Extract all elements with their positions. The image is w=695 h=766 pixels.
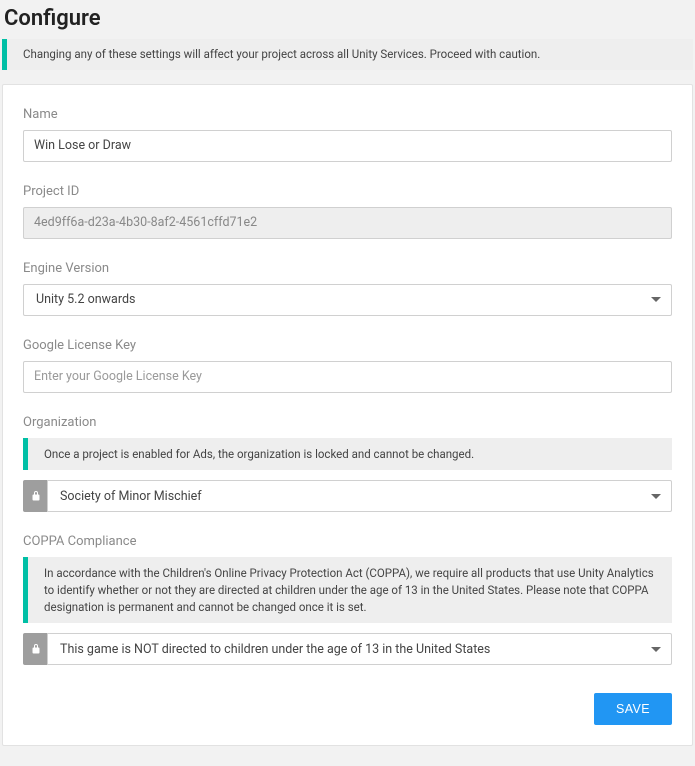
organization-note-callout: Once a project is enabled for Ads, the o… [23,438,672,471]
chevron-down-icon [651,647,661,652]
save-button[interactable]: SAVE [594,693,672,725]
coppa-select[interactable]: This game is NOT directed to children un… [47,633,672,665]
page-title: Configure [2,2,693,39]
coppa-label: COPPA Compliance [23,534,672,549]
field-coppa: COPPA Compliance In accordance with the … [23,534,672,665]
organization-note-text: Once a project is enabled for Ads, the o… [28,438,488,471]
coppa-value: This game is NOT directed to children un… [60,642,490,657]
project-id-input [23,207,672,239]
engine-version-label: Engine Version [23,261,672,276]
organization-select-wrap: Society of Minor Mischief [47,480,672,512]
engine-version-select-wrap: Unity 5.2 onwards [23,284,672,316]
top-warning-text: Changing any of these settings will affe… [7,39,550,70]
coppa-select-wrap: This game is NOT directed to children un… [47,633,672,665]
name-label: Name [23,107,672,122]
field-name: Name [23,107,672,162]
field-organization: Organization Once a project is enabled f… [23,415,672,513]
coppa-select-row: This game is NOT directed to children un… [23,633,672,665]
google-license-key-label: Google License Key [23,338,672,353]
top-warning-callout: Changing any of these settings will affe… [2,39,693,70]
lock-icon [23,633,47,665]
field-project-id: Project ID [23,184,672,239]
google-license-key-input[interactable] [23,361,672,393]
organization-value: Society of Minor Mischief [60,489,202,504]
engine-version-value: Unity 5.2 onwards [36,292,135,307]
field-engine-version: Engine Version Unity 5.2 onwards [23,261,672,316]
organization-select-row: Society of Minor Mischief [23,480,672,512]
coppa-note-text: In accordance with the Children's Online… [28,557,672,623]
chevron-down-icon [651,297,661,302]
field-google-license-key: Google License Key [23,338,672,393]
project-id-label: Project ID [23,184,672,199]
chevron-down-icon [651,494,661,499]
name-input[interactable] [23,130,672,162]
organization-select[interactable]: Society of Minor Mischief [47,480,672,512]
actions-row: SAVE [23,693,672,725]
configure-card: Name Project ID Engine Version Unity 5.2… [2,84,693,747]
coppa-note-callout: In accordance with the Children's Online… [23,557,672,623]
organization-label: Organization [23,415,672,430]
engine-version-select[interactable]: Unity 5.2 onwards [23,284,672,316]
lock-icon [23,480,47,512]
